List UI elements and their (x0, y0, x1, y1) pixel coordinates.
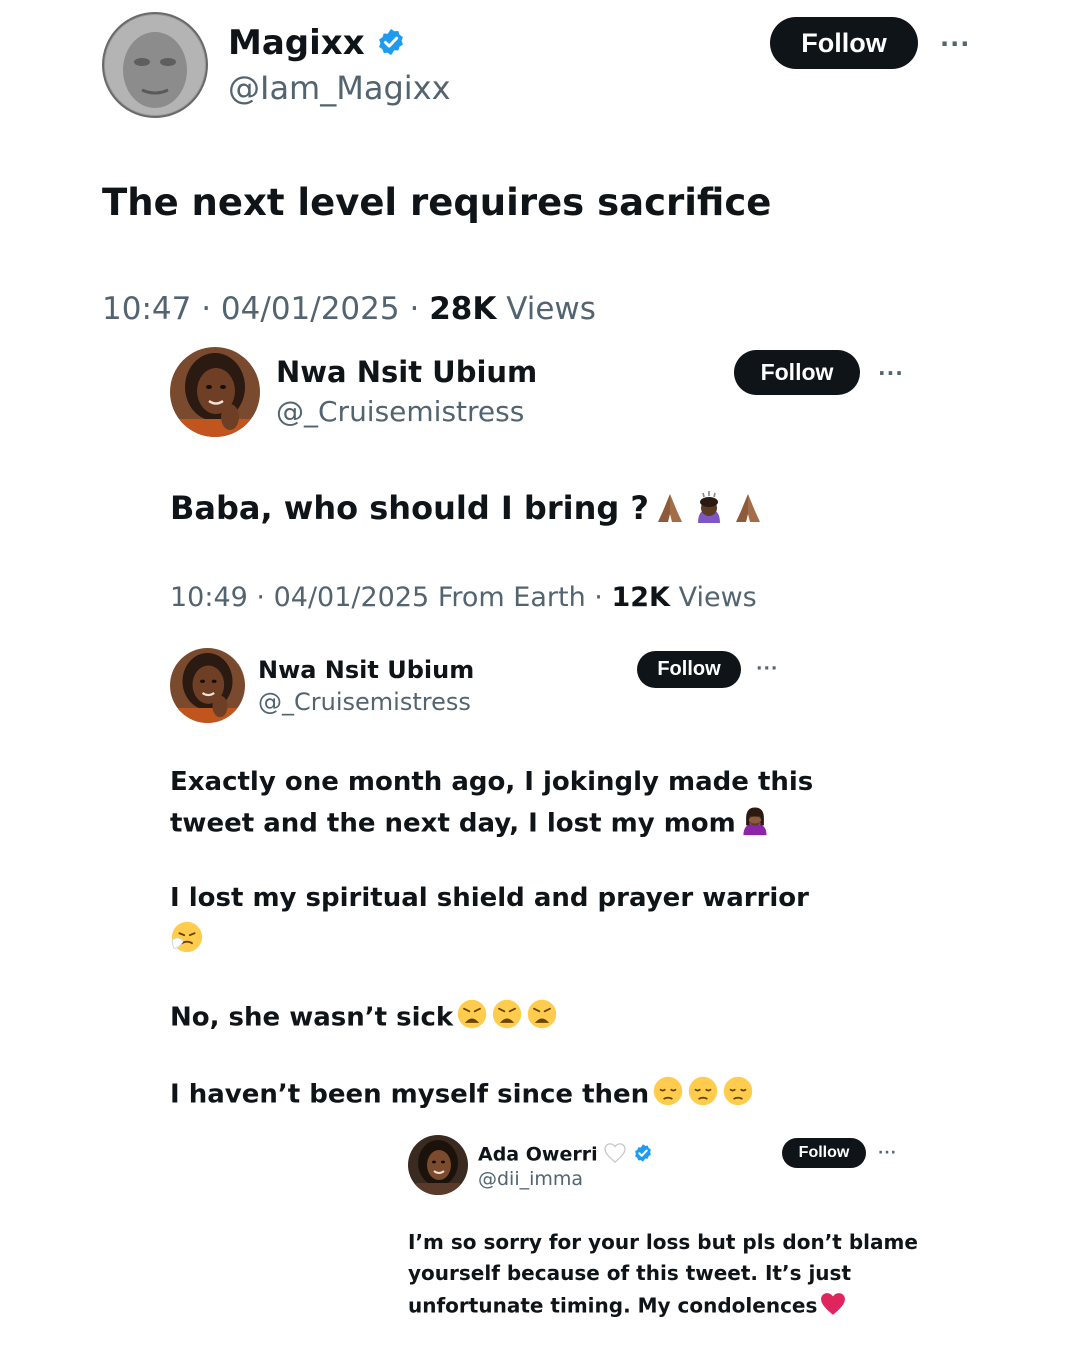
tweet-text-line: I lost my spiritual shield and prayer wa… (170, 883, 809, 913)
avatar[interactable] (170, 648, 245, 723)
screenshot-canvas: Magixx @Iam_Magixx Follow ··· The next l… (0, 0, 1080, 1349)
display-name[interactable]: Nwa Nsit Ubium (258, 658, 474, 682)
more-options-icon[interactable]: ··· (878, 363, 904, 383)
display-name[interactable]: Ada Owerri (478, 1143, 653, 1167)
username[interactable]: @_Cruisemistress (258, 690, 471, 714)
tweet-text-line: Exactly one month ago, I jokingly made t… (170, 767, 814, 797)
tweet-text-line: No, she wasn’t sick (170, 998, 558, 1034)
weary-face-icon (526, 998, 558, 1030)
sneezing-face-icon (170, 920, 204, 954)
follow-button[interactable]: Follow (770, 17, 918, 69)
views-count: 12K (611, 582, 670, 613)
meta-separator: · (409, 291, 420, 327)
pensive-face-icon (722, 1075, 754, 1107)
weary-face-icon (491, 998, 523, 1030)
more-options-icon[interactable]: ··· (940, 32, 970, 56)
tweet-time[interactable]: 10:49 (170, 582, 248, 613)
woman-facepalming-icon (739, 804, 771, 836)
tweet-text-line: unfortunate timing. My condolences (408, 1292, 846, 1318)
avatar[interactable] (408, 1135, 468, 1195)
username[interactable]: @dii_imma (478, 1170, 583, 1189)
pensive-face-icon (652, 1075, 684, 1107)
tweet-text: Baba, who should I bring ? (170, 488, 766, 528)
red-heart-icon (820, 1292, 846, 1316)
tweet-source: From Earth (437, 582, 586, 613)
avatar[interactable] (170, 347, 260, 437)
username[interactable]: @_Cruisemistress (276, 398, 524, 426)
tweet-date[interactable]: 04/01/2025 (274, 582, 430, 613)
tweet-meta: 10:47 · 04/01/2025 · 28K Views (102, 294, 596, 325)
tweet-text-content: I haven’t been myself since then (170, 1079, 650, 1110)
weary-face-icon (456, 998, 488, 1030)
views-label: Views (506, 291, 596, 327)
tweet-text-line: yourself because of this tweet. It’s jus… (408, 1261, 852, 1285)
display-name[interactable]: Magixx (228, 26, 406, 63)
pensive-face-icon (687, 1075, 719, 1107)
follow-button[interactable]: Follow (637, 651, 741, 688)
tweet-text-line: I’m so sorry for your loss but pls don’t… (408, 1230, 918, 1254)
verified-badge-icon (376, 27, 406, 63)
views-label: Views (678, 582, 757, 613)
meta-separator: · (594, 582, 603, 613)
views-count: 28K (429, 291, 497, 327)
display-name-text: Ada Owerri (478, 1143, 598, 1166)
verified-badge-icon (633, 1143, 653, 1167)
folded-hands-icon (730, 489, 766, 525)
display-name[interactable]: Nwa Nsit Ubium (276, 358, 537, 387)
meta-separator: · (201, 291, 212, 327)
folded-hands-icon (652, 489, 688, 525)
white-heart-icon (604, 1143, 626, 1167)
follow-button[interactable]: Follow (734, 350, 860, 395)
follow-button[interactable]: Follow (782, 1138, 866, 1168)
tweet-text-line: I haven’t been myself since then (170, 1075, 754, 1111)
tweet-text-line: tweet and the next day, I lost my mom (170, 804, 771, 840)
tweet-text-content: unfortunate timing. My condolences (408, 1293, 818, 1318)
username[interactable]: @Iam_Magixx (228, 72, 451, 104)
avatar[interactable] (102, 12, 208, 118)
more-options-icon[interactable]: ··· (756, 661, 778, 678)
tweet-text-content: tweet and the next day, I lost my mom (170, 808, 736, 839)
tweet-date[interactable]: 04/01/2025 (221, 291, 400, 327)
display-name-text: Magixx (228, 23, 365, 63)
person-bowing-icon (691, 489, 727, 525)
tweet-text-content: No, she wasn’t sick (170, 1002, 454, 1033)
tweet-text: The next level requires sacrifice (102, 181, 772, 224)
tweet-time[interactable]: 10:47 (102, 291, 191, 327)
meta-separator: · (256, 582, 265, 613)
tweet-text-content: Baba, who should I bring ? (170, 489, 649, 527)
tweet-meta: 10:49 · 04/01/2025 From Earth · 12K View… (170, 584, 757, 611)
more-options-icon[interactable]: ··· (878, 1146, 897, 1160)
